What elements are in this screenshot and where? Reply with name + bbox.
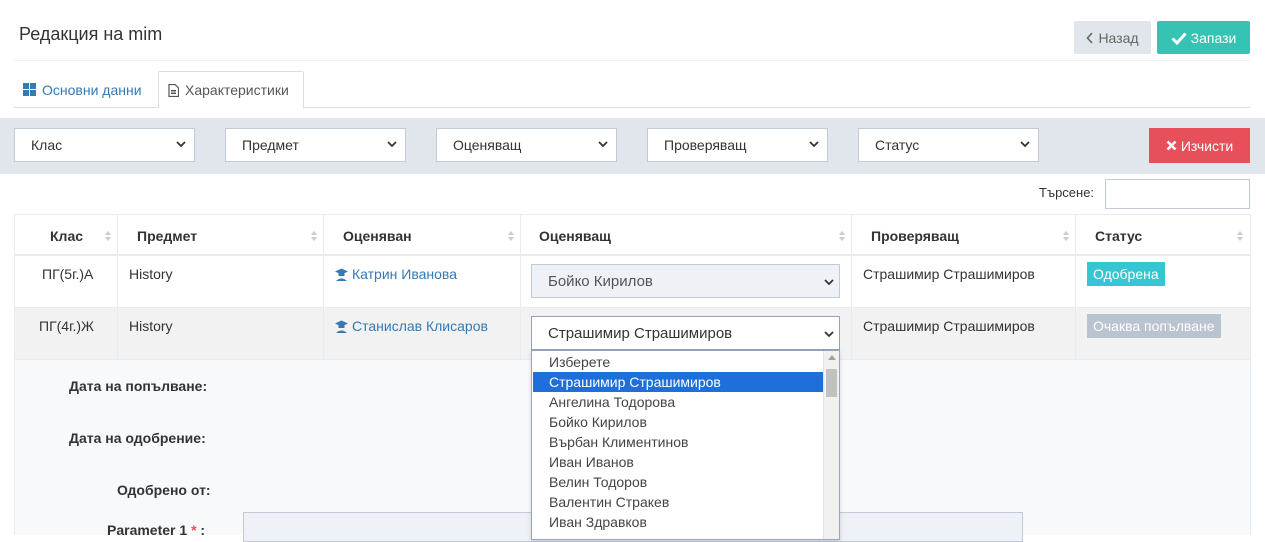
save-button-label: Запази	[1190, 29, 1237, 46]
status-badge: Одобрена	[1087, 262, 1165, 286]
approve-date-label: Дата на одобрение:	[69, 430, 206, 446]
tab-main-data-label: Основни данни	[42, 81, 142, 98]
subject-filter-select[interactable]: Предмет	[225, 128, 406, 162]
sort-icon	[839, 231, 845, 241]
column-header-assessed[interactable]: Оценяван	[343, 228, 412, 244]
dropdown-option[interactable]: Валентин Стракев	[533, 492, 823, 512]
header-divider	[14, 60, 1250, 61]
dropdown-option[interactable]: Велин Тодоров	[533, 472, 823, 492]
cell-class: ПГ(5г.)А	[42, 266, 94, 282]
assessor-filter-select[interactable]: Оценяващ	[436, 128, 617, 162]
parameter-1-colon: :	[200, 522, 206, 538]
dropdown-option[interactable]: Ангелина Тодорова	[533, 392, 823, 412]
column-divider	[1075, 214, 1076, 360]
tab-characteristics-label: Характеристики	[185, 82, 289, 98]
save-button[interactable]: Запази	[1157, 21, 1250, 54]
chevron-down-icon	[176, 141, 186, 148]
assessed-student-name: Катрин Иванова	[352, 266, 457, 282]
column-header-assessor[interactable]: Оценяващ	[539, 228, 611, 244]
chevron-down-icon	[1020, 141, 1030, 148]
search-input[interactable]	[1105, 179, 1250, 209]
class-filter-select[interactable]: Клас	[14, 128, 195, 162]
assessor-select[interactable]: Страшимир Страшимиров	[531, 316, 840, 350]
chevron-down-icon	[387, 141, 397, 148]
subject-filter-value: Предмет	[242, 137, 299, 153]
scrollbar-thumb[interactable]	[826, 369, 837, 397]
sort-icon	[311, 231, 317, 241]
cell-class: ПГ(4г.)Ж	[39, 318, 94, 334]
column-header-status[interactable]: Статус	[1095, 228, 1142, 244]
cell-subject: History	[129, 318, 173, 334]
back-button[interactable]: Назад	[1074, 21, 1151, 54]
chevron-left-icon	[1086, 31, 1094, 44]
back-button-label: Назад	[1098, 29, 1139, 46]
table-row: ПГ(5г.)А History Катрин Иванова Бойко Ки…	[14, 256, 1251, 308]
page-title: Редакция на mim	[19, 24, 163, 44]
filter-bar: Клас Предмет Оценяващ Проверяващ Статус …	[0, 118, 1265, 174]
dropdown-option[interactable]: Иван Здравков	[533, 512, 823, 532]
status-badge: Очаква попълване	[1087, 314, 1221, 338]
sort-icon	[105, 231, 111, 241]
check-icon	[1171, 31, 1187, 45]
search-label: Търсене:	[1039, 185, 1095, 200]
graduate-icon	[335, 268, 348, 281]
cell-checker: Страшимир Страшимиров	[863, 266, 1035, 282]
document-icon	[168, 83, 179, 97]
dropdown-option[interactable]: Изберете	[533, 352, 823, 372]
sort-icon	[508, 231, 514, 241]
dropdown-option[interactable]: Иван Иванов	[533, 452, 823, 472]
fill-date-label: Дата на попълване:	[69, 378, 208, 394]
required-marker: *	[191, 522, 197, 538]
grid-icon	[23, 83, 36, 96]
chevron-down-icon	[598, 141, 608, 148]
column-header-class[interactable]: Клас	[50, 228, 83, 244]
assessor-filter-value: Оценяващ	[453, 137, 522, 153]
cell-checker: Страшимир Страшимиров	[863, 318, 1035, 334]
column-divider	[520, 214, 521, 360]
column-divider	[851, 214, 852, 360]
clear-filters-button[interactable]: Изчисти	[1149, 128, 1250, 163]
tab-main-data[interactable]: Основни данни	[14, 71, 151, 108]
approved-by-label: Одобрено от:	[117, 482, 211, 498]
checker-filter-select[interactable]: Проверяващ	[647, 128, 828, 162]
tab-bar: Основни данни Характеристики	[14, 71, 1250, 109]
clear-filters-label: Изчисти	[1180, 137, 1234, 154]
chevron-down-icon	[824, 279, 834, 286]
chevron-down-icon	[824, 331, 834, 338]
scroll-up-icon[interactable]	[828, 355, 836, 360]
table-header-row: Клас Предмет Оценяван Оценяващ Проверява…	[14, 214, 1251, 256]
dropdown-scrollbar[interactable]	[823, 351, 839, 539]
assessed-student-name: Станислав Клисаров	[352, 318, 488, 334]
assessor-select-value: Страшимир Страшимиров	[548, 324, 733, 342]
tab-characteristics[interactable]: Характеристики	[158, 71, 304, 109]
cell-subject: History	[129, 266, 173, 282]
class-filter-value: Клас	[31, 137, 63, 153]
checker-filter-value: Проверяващ	[664, 137, 747, 153]
column-header-subject[interactable]: Предмет	[137, 228, 197, 244]
column-divider	[323, 214, 324, 360]
dropdown-option[interactable]: Бойко Кирилов	[533, 412, 823, 432]
chevron-down-icon	[809, 141, 819, 148]
sort-icon	[1237, 231, 1243, 241]
status-filter-value: Статус	[875, 137, 920, 153]
sort-icon	[1063, 231, 1069, 241]
assessed-student-link[interactable]: Станислав Клисаров	[335, 318, 488, 334]
close-icon	[1166, 140, 1177, 151]
assessor-select[interactable]: Бойко Кирилов	[531, 264, 840, 298]
dropdown-option[interactable]: Върбан Климентинов	[533, 432, 823, 452]
parameter-1-label: Parameter 1 * :	[107, 522, 205, 538]
status-filter-select[interactable]: Статус	[858, 128, 1039, 162]
parameter-1-label-text: Parameter 1	[107, 522, 188, 538]
column-header-checker[interactable]: Проверяващ	[871, 228, 959, 244]
assessor-select-value: Бойко Кирилов	[548, 272, 653, 290]
graduate-icon	[335, 320, 348, 333]
column-divider	[117, 214, 118, 360]
assessed-student-link[interactable]: Катрин Иванова	[335, 266, 457, 282]
assessor-dropdown-list: Изберете Страшимир Страшимиров Ангелина …	[531, 350, 840, 540]
dropdown-option-selected[interactable]: Страшимир Страшимиров	[533, 372, 823, 392]
